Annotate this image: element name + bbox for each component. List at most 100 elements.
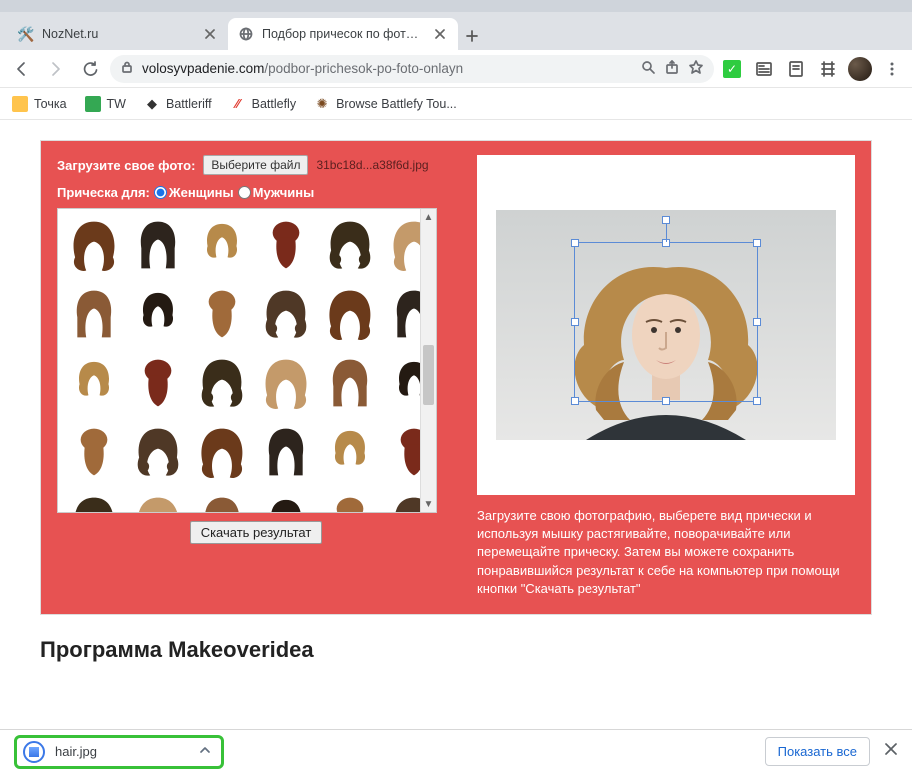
forward-button[interactable] [42,55,70,83]
close-icon[interactable] [202,26,218,42]
rotate-stem [666,224,667,242]
red-slash-icon: ⁄⁄ [230,96,246,112]
hairstyle-thumbnail[interactable] [192,215,252,280]
hairstyle-thumbnail[interactable] [192,353,252,418]
scroll-up-icon[interactable]: ▲ [424,209,434,225]
hairstyle-thumbnail[interactable] [384,284,420,349]
hairstyle-thumbnail[interactable] [320,491,380,512]
scroll-track[interactable] [421,225,436,496]
bookmark-item[interactable]: ◆ Battleriff [144,96,212,112]
tab-title: Подбор причесок по фото онла [262,27,424,41]
hairstyle-thumbnail[interactable] [320,215,380,280]
hairstyle-thumbnail[interactable] [256,215,316,280]
right-column: Загрузите свою фотографию, выберете вид … [477,155,855,598]
back-button[interactable] [8,55,36,83]
downloads-bar: hair.jpg Показать все [0,729,912,773]
adblock-icon[interactable]: ✓ [720,57,744,81]
bookmark-label: TW [107,97,126,111]
bookmark-label: Browse Battlefy Tou... [336,97,457,111]
current-filename: 31bc18d...a38f6d.jpg [316,158,428,172]
page-viewport: Загрузите свое фото: Выберите файл 31bc1… [0,120,912,729]
hairstyle-thumbnail[interactable] [320,422,380,487]
tab-strip: 🛠️ NozNet.ru Подбор причесок по фото онл… [0,12,912,50]
hairstyle-thumbnail[interactable] [128,284,188,349]
download-filename: hair.jpg [55,744,189,759]
file-image-icon [23,741,45,763]
kebab-menu-icon[interactable] [880,57,904,81]
hairstyle-thumbnail[interactable] [320,353,380,418]
gender-male-option[interactable]: Мужчины [238,185,315,200]
hairstyle-thumbnail[interactable] [64,353,124,418]
hairstyle-thumbnail[interactable] [384,422,420,487]
gender-male-text: Мужчины [253,185,315,200]
bookmark-label: Battleriff [166,97,212,111]
search-in-page-icon[interactable] [640,59,656,78]
scroll-down-icon[interactable]: ▼ [424,496,434,512]
hairstyle-thumbnail[interactable] [384,491,420,512]
bookmarks-bar: Точка TW ◆ Battleriff ⁄⁄ Battlefly ✺Browse… [0,88,912,120]
url-text: volosyvpadenie.com/podbor-prichesok-po-f… [142,61,632,76]
section-title: Программа Makeoveridea [40,637,872,663]
hairstyle-thumbnail[interactable] [256,353,316,418]
chevron-up-icon[interactable] [199,743,211,761]
star-icon[interactable] [688,59,704,78]
bookmark-item[interactable]: ⁄⁄ Battlefly [230,96,296,112]
browser-tab-active[interactable]: Подбор причесок по фото онла [228,18,458,50]
hairstyle-thumbnail[interactable] [64,422,124,487]
gender-female-option[interactable]: Женщины [154,185,234,200]
hairstyle-thumbnail[interactable] [128,422,188,487]
gender-female-text: Женщины [169,185,234,200]
hairstyle-thumbnail[interactable] [192,284,252,349]
hairstyle-thumbnail[interactable] [64,491,124,512]
gender-label: Прическа для: [57,185,150,200]
browser-tab[interactable]: 🛠️ NozNet.ru [8,18,228,50]
gallery-scrollbar[interactable]: ▲ ▼ [420,209,436,512]
extension-note-icon[interactable] [784,57,808,81]
hairstyle-thumbnail[interactable] [128,215,188,280]
hairstyle-thumbnail[interactable] [256,491,316,512]
hairstyle-thumbnail[interactable] [192,422,252,487]
scroll-thumb[interactable] [423,345,434,405]
hairstyle-thumbnail[interactable] [192,491,252,512]
transform-box[interactable] [574,242,758,402]
hairstyle-grid[interactable] [58,209,420,512]
upload-row: Загрузите свое фото: Выберите файл 31bc1… [57,155,455,175]
hairstyle-thumbnail[interactable] [256,284,316,349]
hairstyle-gallery: ▲ ▼ [57,208,437,513]
reload-button[interactable] [76,55,104,83]
hairstyle-thumbnail[interactable] [256,422,316,487]
dark-game-icon: ◆ [144,96,160,112]
choose-file-button[interactable]: Выберите файл [203,155,308,175]
gender-row: Прическа для: Женщины Мужчины [57,185,455,200]
new-tab-button[interactable] [458,22,486,50]
share-icon[interactable] [664,59,680,78]
upload-label: Загрузите свое фото: [57,158,195,173]
extension-newspaper-icon[interactable] [752,57,776,81]
orange-square-icon [12,96,28,112]
hairstyle-thumbnail[interactable] [320,284,380,349]
hairstyle-thumbnail[interactable] [384,353,420,418]
hairstyle-thumbnail[interactable] [64,215,124,280]
profile-avatar[interactable] [848,57,872,81]
extension-grid-icon[interactable] [816,57,840,81]
hairstyle-thumbnail[interactable] [128,353,188,418]
hairstyle-thumbnail[interactable] [384,215,420,280]
preview-photo[interactable] [496,210,836,440]
bookmark-item[interactable]: TW [85,96,126,112]
hairstyle-thumbnail[interactable] [128,491,188,512]
window-top-accent [0,0,912,12]
bookmark-item[interactable]: Точка [12,96,67,112]
close-icon[interactable] [432,26,448,42]
hairstyle-thumbnail[interactable] [64,284,124,349]
show-all-downloads-button[interactable]: Показать все [765,737,870,766]
gender-female-radio[interactable] [154,186,167,199]
gender-male-radio[interactable] [238,186,251,199]
address-bar[interactable]: volosyvpadenie.com/podbor-prichesok-po-f… [110,55,714,83]
close-icon[interactable] [884,742,898,761]
lock-icon [120,60,134,77]
bookmark-label: Battlefly [252,97,296,111]
rotate-handle[interactable] [662,216,670,224]
download-chip[interactable]: hair.jpg [14,735,224,769]
bookmark-item[interactable]: ✺Browse Battlefy Tou... [314,96,457,112]
download-result-button[interactable]: Скачать результат [190,521,323,544]
